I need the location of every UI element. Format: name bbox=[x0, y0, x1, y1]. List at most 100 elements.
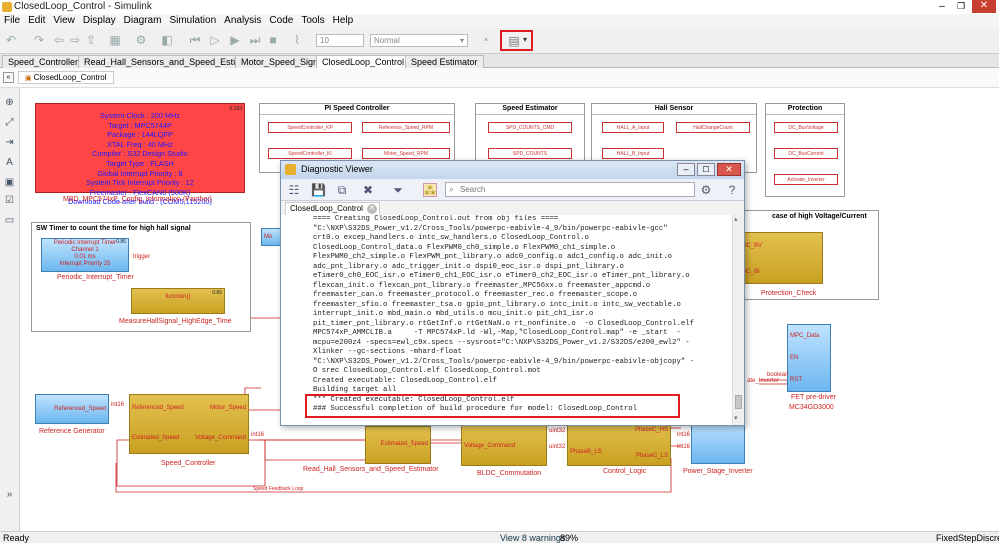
stop-time-input[interactable] bbox=[316, 34, 364, 47]
measure-hall-signal-block[interactable]: function() 0.85 bbox=[131, 288, 225, 314]
step-back-icon[interactable]: ⏮ bbox=[188, 33, 202, 47]
config-info-block[interactable]: System Clock : 200 MHz Target : MPC5744P… bbox=[35, 103, 245, 206]
diag-app-icon bbox=[285, 164, 296, 175]
area-icon[interactable]: ▭ bbox=[3, 214, 16, 227]
diag-copy-icon[interactable]: ⧉ bbox=[335, 183, 349, 197]
minimize-icon[interactable]: – bbox=[934, 1, 950, 13]
diag-minimize-icon[interactable]: – bbox=[677, 163, 695, 176]
model-advisor-icon[interactable]: ◔ bbox=[478, 33, 492, 47]
control-logic-block[interactable]: PhaseC_HS PhaseB_LS PhaseC_LS bbox=[567, 422, 671, 466]
step-icon[interactable]: ▷ bbox=[208, 33, 222, 47]
step-forward-icon[interactable]: ⏭ bbox=[248, 33, 262, 47]
settings-icon[interactable]: ⚙ bbox=[134, 33, 148, 47]
signal-boolean: boolean bbox=[767, 372, 789, 378]
maximize-icon[interactable]: ❐ bbox=[953, 1, 969, 13]
power-stage-inverter-block[interactable] bbox=[691, 420, 745, 464]
param-reference-speed-rpm[interactable]: Reference_Speed_RPM bbox=[362, 122, 450, 133]
param-spd-counts[interactable]: SPD_COUNTS bbox=[488, 148, 572, 159]
param-speedcontroller-kp[interactable]: SpeedController_KP bbox=[268, 122, 352, 133]
scroll-down-icon[interactable]: ▾ bbox=[734, 414, 738, 422]
menu-code[interactable]: Code bbox=[265, 14, 297, 28]
tab-closedloop-control[interactable]: ClosedLoop_Control bbox=[316, 55, 411, 68]
diag-help-icon[interactable]: ? bbox=[725, 183, 739, 197]
pit-line: Channel 1 bbox=[71, 247, 99, 253]
undo-icon[interactable]: ↶ bbox=[4, 33, 18, 47]
diag-maximize-icon[interactable]: ☐ bbox=[697, 163, 715, 176]
model-tabs: Speed_Controller Read_Hall_Sensors_and_S… bbox=[0, 54, 999, 68]
run-icon[interactable]: ▶ bbox=[228, 33, 242, 47]
read-hall-sensors-block[interactable]: Estimated_Speed bbox=[365, 426, 431, 464]
menu-analysis[interactable]: Analysis bbox=[220, 14, 265, 28]
menu-edit[interactable]: Edit bbox=[24, 14, 49, 28]
diagnostic-viewer-window[interactable]: Diagnostic Viewer – ☐ ✕ ☷ 💾 ⧉ ✖ ⏷ ⁂ ⌕ ⚙ … bbox=[280, 160, 745, 426]
diag-search-input[interactable] bbox=[460, 184, 690, 195]
diag-clear-icon[interactable]: ✖ bbox=[361, 183, 375, 197]
tab-speed-estimator[interactable]: Speed Estimator bbox=[405, 55, 484, 68]
diag-tab-closedloop[interactable]: ClosedLoop_Control ✕ bbox=[285, 202, 380, 215]
diag-group-icon[interactable]: ⁂ bbox=[423, 183, 437, 198]
hide-explorer-icon[interactable]: « bbox=[3, 72, 14, 83]
fit-view-icon[interactable]: ⤢ bbox=[3, 116, 16, 129]
param-hall-b-input[interactable]: HALL_B_Input bbox=[602, 148, 664, 159]
bldc-commutation-caption: BLDC_Commutation bbox=[477, 470, 542, 477]
scope-icon[interactable]: ⌇ bbox=[290, 33, 304, 47]
arrow-icon[interactable]: ⇥ bbox=[3, 136, 16, 149]
close-icon[interactable]: ✕ bbox=[972, 0, 996, 13]
bldc-commutation-block[interactable]: Voltage_Command bbox=[461, 424, 547, 466]
zoom-icon[interactable]: ⊕ bbox=[3, 96, 16, 109]
param-hall-change-count[interactable]: HallChangeCount bbox=[676, 122, 750, 133]
menu-diagram[interactable]: Diagram bbox=[120, 14, 166, 28]
param-dc-bus-current[interactable]: DC_BusCurrent bbox=[774, 148, 838, 159]
fet-predriver-block[interactable]: MPC_Data EN RST bbox=[787, 324, 831, 392]
status-warnings-link[interactable]: View 8 warnings bbox=[500, 533, 565, 543]
speed-controller-caption: Speed_Controller bbox=[161, 460, 216, 467]
scroll-thumb[interactable] bbox=[735, 395, 742, 409]
diag-filter-icon[interactable]: ⏷ bbox=[391, 183, 405, 197]
model-explorer-icon[interactable]: ◧ bbox=[160, 33, 174, 47]
diag-tab-close-icon[interactable]: ✕ bbox=[366, 204, 377, 214]
checkbox-icon[interactable]: ☑ bbox=[3, 194, 16, 207]
diag-close-icon[interactable]: ✕ bbox=[717, 163, 741, 176]
tab-motor-speed-sign[interactable]: Motor_Speed_Sign bbox=[235, 55, 325, 68]
annotation-icon[interactable]: A bbox=[3, 156, 16, 169]
param-spd-counts-cmd[interactable]: SPD_COUNTS_CMD bbox=[488, 122, 572, 133]
breadcrumb-item[interactable]: ▣ ClosedLoop_Control bbox=[18, 71, 114, 84]
image-icon[interactable]: ▣ bbox=[3, 176, 16, 189]
menu-simulation[interactable]: Simulation bbox=[165, 14, 220, 28]
tab-speed-controller[interactable]: Speed_Controller bbox=[2, 55, 85, 68]
stop-icon[interactable]: ■ bbox=[266, 33, 280, 47]
param-dc-bus-voltage[interactable]: DC_BusVoltage bbox=[774, 122, 838, 133]
diag-scrollbar[interactable]: ▴ ▾ bbox=[732, 215, 744, 425]
collapse-icon[interactable]: » bbox=[3, 488, 16, 501]
up-icon[interactable]: ⇧ bbox=[84, 33, 98, 47]
port-en: EN bbox=[790, 355, 799, 361]
menu-file[interactable]: File bbox=[0, 14, 24, 28]
diag-search-box[interactable]: ⌕ bbox=[445, 182, 695, 197]
diag-save-icon[interactable]: 💾 bbox=[311, 183, 326, 197]
param-activate-inverter[interactable]: Activate_Inverter bbox=[774, 174, 838, 185]
status-zoom: 89% bbox=[560, 533, 579, 543]
redo-icon[interactable]: ↷ bbox=[32, 33, 46, 47]
speed-controller-block[interactable]: Referenced_Speed Estimated_Speed Motor_S… bbox=[129, 394, 249, 454]
param-speedcontroller-ki[interactable]: SpeedController_KI bbox=[268, 148, 352, 159]
library-icon[interactable]: ▦ bbox=[108, 33, 122, 47]
menu-tools[interactable]: Tools bbox=[297, 14, 328, 28]
back-icon[interactable]: ⇦ bbox=[52, 33, 66, 47]
forward-icon[interactable]: ⇨ bbox=[68, 33, 82, 47]
periodic-interrupt-timer-block[interactable]: Periodic Interrupt Timer Channel 1 0.01 … bbox=[41, 238, 129, 272]
diag-view-icon[interactable]: ☷ bbox=[287, 183, 301, 197]
param-hall-a-input[interactable]: HALL_A_Input bbox=[602, 122, 664, 133]
param-motor-speed-rpm[interactable]: Motor_Speed_RPM bbox=[362, 148, 450, 159]
sim-mode-select[interactable]: Normal ▾ bbox=[370, 34, 468, 47]
signal-int16: int16 bbox=[251, 432, 265, 438]
build-button-highlight[interactable]: ▤ ▾ bbox=[500, 30, 533, 51]
reference-generator-block[interactable]: Referenced_Speed bbox=[35, 394, 109, 424]
menu-view[interactable]: View bbox=[49, 14, 79, 28]
left-palette: ⊕ ⤢ ⇥ A ▣ ☑ ▭ » bbox=[0, 88, 20, 531]
scroll-up-icon[interactable]: ▴ bbox=[734, 215, 738, 223]
diag-settings-icon[interactable]: ⚙ bbox=[699, 183, 713, 197]
menu-display[interactable]: Display bbox=[79, 14, 120, 28]
menu-help[interactable]: Help bbox=[329, 14, 358, 28]
motor-speed-sign-block-partial[interactable]: Mo bbox=[261, 228, 281, 246]
protection-check-block[interactable]: DC_BV DC_BI bbox=[739, 232, 823, 284]
